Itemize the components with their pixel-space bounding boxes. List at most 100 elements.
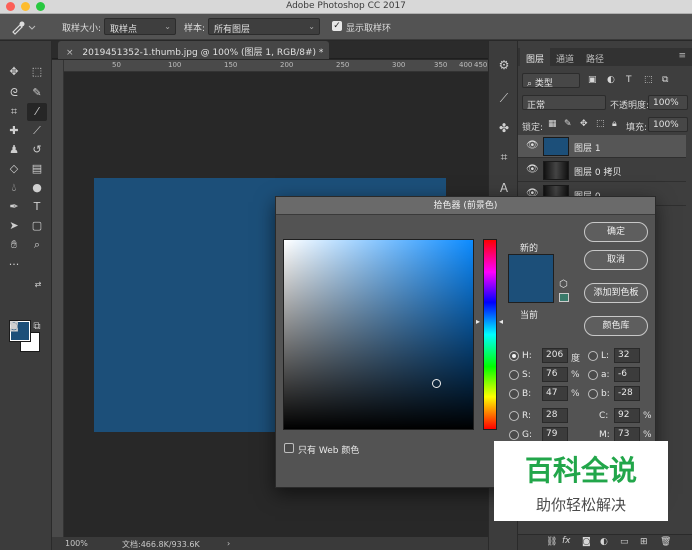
filter-select[interactable]: ⌕ 类型 [522, 73, 580, 89]
quick-mask-icon[interactable]: ◙ [4, 318, 24, 336]
link-icon[interactable]: ⛓ [546, 537, 557, 547]
cube-icon[interactable]: ⬡ [559, 279, 568, 290]
eyedropper-icon[interactable] [10, 19, 38, 35]
b-field[interactable]: 47 [542, 386, 568, 401]
layers-footer: ⛓ fx ◙ ◐ ▭ ⊞ 🗑︎ [518, 534, 692, 550]
add-to-swatches-button[interactable]: 添加到色板 [584, 283, 648, 303]
path-select-icon[interactable]: ➤ [4, 217, 24, 235]
chevron-right-icon[interactable]: › [227, 539, 230, 548]
options-bar: 取样大小: 取样点 ⌄ 样本: 所有图层 ⌄ ✓ 显示取样环 [0, 14, 692, 40]
chevron-down-icon: ⌄ [164, 22, 171, 31]
new-layer-icon[interactable]: ⊞ [640, 537, 648, 547]
zoom-icon[interactable]: ⌕ [27, 236, 47, 254]
filter-image-icon[interactable]: ▣ [588, 75, 597, 85]
r-field[interactable]: 28 [542, 408, 568, 423]
healing-icon[interactable]: ✚ [4, 122, 24, 140]
opacity-field[interactable]: 100% [648, 95, 688, 110]
stamp-icon[interactable]: ♟ [4, 141, 24, 159]
lab-b-field[interactable]: -28 [614, 386, 640, 401]
hand-icon[interactable]: ✋︎ [4, 236, 24, 254]
quick-select-icon[interactable]: ✎ [27, 84, 47, 102]
eye-icon[interactable]: 👁︎ [526, 164, 539, 175]
show-ring-label: 显示取样环 [346, 24, 392, 34]
type-icon[interactable]: T [27, 198, 47, 216]
cancel-button[interactable]: 取消 [584, 250, 648, 270]
web-safe-swatch[interactable] [559, 293, 569, 302]
eraser-icon[interactable]: ◇ [4, 160, 24, 178]
color-picker-cursor[interactable] [432, 379, 441, 388]
fx-icon[interactable]: fx [562, 536, 571, 546]
eye-icon[interactable]: 👁︎ [526, 140, 539, 151]
lock-all-icon[interactable]: 🔒︎ [612, 119, 617, 129]
crop-icon[interactable]: ⌗ [4, 103, 24, 121]
blend-mode-select[interactable]: 正常 [522, 95, 606, 111]
ok-button[interactable]: 确定 [584, 222, 648, 242]
radio-h[interactable] [509, 351, 519, 361]
s-field[interactable]: 76 [542, 367, 568, 382]
lock-artboard-icon[interactable]: ⬚ [596, 119, 605, 129]
tab-paths[interactable]: 路径 [580, 48, 610, 66]
radio-r[interactable] [509, 411, 519, 421]
tab-layers[interactable]: 图层 [520, 48, 551, 66]
lock-pixels-icon[interactable]: ✎ [564, 119, 572, 129]
trash-icon[interactable]: 🗑︎ [660, 537, 671, 547]
radio-s[interactable] [509, 370, 519, 380]
close-icon[interactable]: × [66, 48, 74, 58]
fill-field[interactable]: 100% [648, 117, 688, 132]
hue-arrow-right-icon[interactable]: ◂ [499, 317, 503, 326]
radio-lab-b[interactable] [588, 389, 598, 399]
eyedropper-icon[interactable]: ⁄ [27, 103, 47, 121]
l-field[interactable]: 32 [614, 348, 640, 363]
sample-size-select[interactable]: 取样点 ⌄ [104, 18, 176, 35]
screen-mode-icon[interactable]: ⧉ [27, 318, 47, 336]
web-only-checkbox[interactable] [284, 443, 294, 453]
filter-type-icon[interactable]: T [626, 75, 632, 85]
radio-b[interactable] [509, 389, 519, 399]
hue-slider[interactable] [483, 239, 497, 430]
h-field[interactable]: 206 [542, 348, 568, 363]
shapes-icon[interactable]: ✤ [495, 119, 513, 137]
show-ring-checkbox[interactable]: ✓ [332, 21, 342, 31]
adjustment-icon[interactable]: ◐ [600, 537, 608, 547]
mask-icon[interactable]: ◙ [582, 537, 591, 547]
c-field[interactable]: 92 [614, 408, 640, 423]
filter-shape-icon[interactable]: ⬚ [644, 75, 653, 85]
swap-colors-icon[interactable]: ⇄ [28, 276, 48, 294]
panel-menu-icon[interactable]: ≡ [678, 51, 686, 61]
gradient-icon[interactable]: ▤ [27, 160, 47, 178]
filter-smart-icon[interactable]: ⧉ [662, 75, 668, 85]
lasso-icon[interactable]: ᘓ [4, 84, 24, 102]
properties-icon[interactable]: ⚙ [495, 56, 513, 74]
filter-adjust-icon[interactable]: ◐ [607, 75, 615, 85]
more-icon[interactable]: ··· [4, 256, 24, 274]
dodge-icon[interactable]: ● [27, 179, 47, 197]
folder-icon[interactable]: ▭ [620, 537, 629, 547]
blur-icon[interactable]: 💧︎ [4, 179, 24, 197]
a-field[interactable]: -6 [614, 367, 640, 382]
document-tab[interactable]: × 2019451352-1.thumb.jpg @ 100% (图层 1, R… [58, 41, 330, 59]
move-icon[interactable]: ✥ [4, 63, 24, 81]
radio-l[interactable] [588, 351, 598, 361]
sample-select[interactable]: 所有图层 ⌄ [208, 18, 320, 35]
layer-row[interactable]: 👁︎ 图层 1 [518, 135, 686, 158]
m-field[interactable]: 73 [614, 427, 640, 442]
g-field[interactable]: 79 [542, 427, 568, 442]
marquee-icon[interactable]: ⬚ [27, 63, 47, 81]
pen-icon[interactable]: ✒ [4, 198, 24, 216]
crop-tool-icon[interactable]: ⌗ [495, 148, 513, 166]
history-brush-icon[interactable]: ↺ [27, 141, 47, 159]
tab-channels[interactable]: 通道 [550, 48, 580, 66]
hue-arrow-left-icon[interactable]: ▸ [476, 317, 480, 326]
color-libraries-button[interactable]: 颜色库 [584, 316, 648, 336]
character-icon[interactable]: A [495, 179, 513, 197]
shape-icon[interactable]: ▢ [27, 217, 47, 235]
layer-row[interactable]: 👁︎ 图层 0 拷贝 [518, 159, 686, 182]
lock-position-icon[interactable]: ✥ [580, 119, 588, 129]
radio-g[interactable] [509, 430, 519, 440]
brush-icon[interactable]: ⟋ [27, 122, 47, 140]
zoom-level[interactable]: 100% [65, 539, 88, 548]
lock-transparent-icon[interactable]: ▦ [548, 119, 557, 129]
curves-icon[interactable]: ⟋ [495, 89, 513, 107]
radio-a[interactable] [588, 370, 598, 380]
color-field[interactable] [283, 239, 474, 430]
